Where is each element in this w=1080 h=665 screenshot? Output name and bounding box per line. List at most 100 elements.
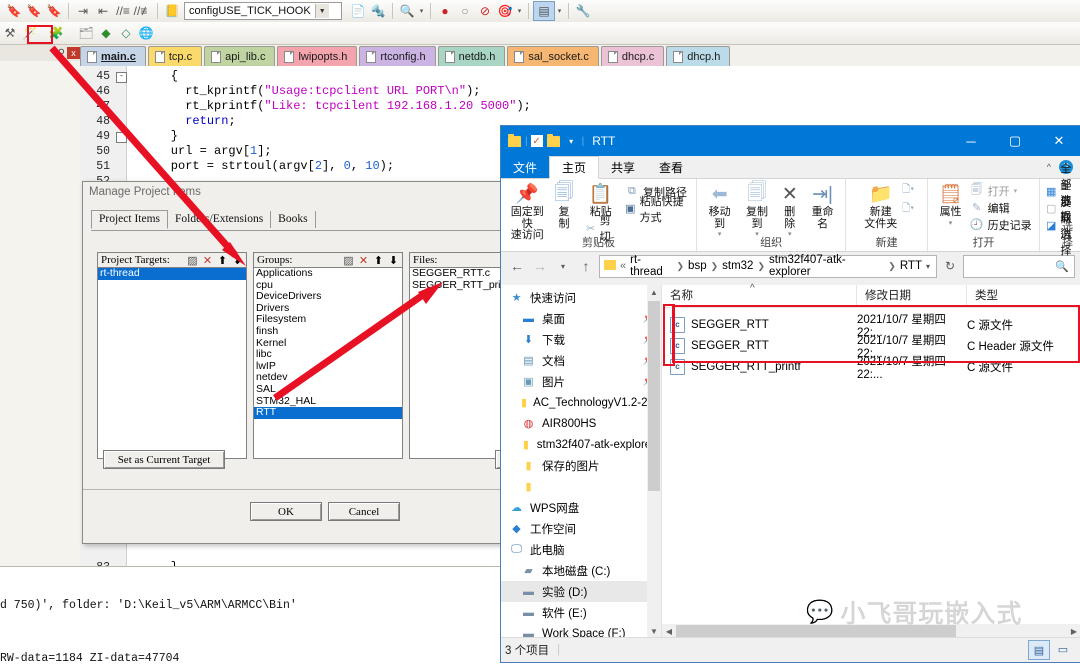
scroll-left-icon[interactable]: ◀	[662, 624, 676, 638]
move-up-icon[interactable]: ⬆	[216, 254, 229, 267]
books-icon[interactable]: 🌐	[136, 24, 156, 42]
move-to-button[interactable]: ⬅ 移动到 ▾	[701, 179, 738, 239]
easy-access-icon[interactable]: 🗋▾	[902, 201, 914, 218]
nav-item[interactable]: ▮	[501, 476, 661, 497]
ribbon-tab-home[interactable]: 主页	[549, 156, 600, 179]
target-options-icon[interactable]: ⚒	[0, 24, 20, 42]
group-item[interactable]: SAL	[254, 383, 402, 396]
editor-tab-rtconfig-h[interactable]: rtconfig.h	[359, 46, 436, 66]
delete-icon[interactable]: ✕	[201, 254, 214, 267]
paste-button[interactable]: 📋 粘贴 ✂ 剪切	[578, 179, 623, 243]
new-item-icon[interactable]: 🗋▾	[902, 182, 914, 199]
group-item[interactable]: STM32_HAL	[254, 395, 402, 408]
scroll-down-icon[interactable]: ▼	[647, 624, 661, 638]
nav-item[interactable]: ▮ AC_TechnologyV1.2-20211C	[501, 392, 661, 413]
breadcrumb-item[interactable]: stm32f407-atk-explorer	[769, 254, 884, 278]
recent-locations-icon[interactable]: ▾	[553, 256, 573, 276]
nav-item[interactable]: ▮ stm32f407-atk-explorer	[501, 434, 661, 455]
bookmark-toggle-icon[interactable]: 🔖	[4, 2, 24, 20]
chevron-down-icon[interactable]: ▼	[314, 4, 329, 18]
properties-button[interactable]: 🗒 属性 ▾	[934, 179, 968, 227]
nav-item[interactable]: ▬ 软件 (E:)	[501, 602, 661, 623]
insert-file-icon[interactable]: 📄	[348, 2, 368, 20]
breakpoint-disabled-icon[interactable]: ○	[455, 2, 475, 20]
tab-folders-extensions[interactable]: Folders/Extensions	[168, 211, 272, 228]
editor-tab-api-lib-c[interactable]: api_lib.c	[204, 46, 276, 66]
editor-tab-sal-socket-c[interactable]: sal_socket.c	[507, 46, 599, 66]
breadcrumb-item[interactable]: bsp	[688, 260, 707, 272]
breadcrumb-item[interactable]: rt-thread	[630, 254, 672, 278]
group-item[interactable]: Applications	[254, 268, 402, 280]
chevron-down-icon[interactable]: ▾	[555, 2, 564, 20]
tab-books[interactable]: Books	[271, 211, 316, 228]
group-item[interactable]: netdev	[254, 372, 402, 384]
chevron-down-icon[interactable]: ▾	[417, 2, 426, 20]
new-item-icon[interactable]: ▨	[342, 254, 355, 267]
navigation-pane[interactable]: ★快速访问▬桌面📌⬇下载📌▤文档📌▣图片📌▮AC_TechnologyV1.2-…	[501, 285, 662, 638]
paste-shortcut-button[interactable]: ▣ 粘贴快捷方式	[623, 196, 692, 224]
indent-icon[interactable]: ⇥	[73, 2, 93, 20]
group-item[interactable]: libc	[254, 349, 402, 361]
details-view-icon[interactable]: ▤	[1028, 640, 1050, 660]
close-icon[interactable]: ✕	[1037, 126, 1080, 156]
nav-item[interactable]: ★ 快速访问	[501, 287, 661, 308]
breadcrumb-overflow-icon[interactable]: «	[620, 260, 626, 272]
fold-toggle-icon[interactable]: -	[116, 72, 127, 83]
nav-item[interactable]: ▬ Work Space (F:)	[501, 623, 661, 639]
settings-icon[interactable]: 🔧	[573, 2, 593, 20]
nav-item[interactable]: ☁ WPS网盘	[501, 497, 661, 518]
collapse-ribbon-icon[interactable]: ^	[1047, 162, 1051, 172]
config-combo[interactable]: configUSE_TICK_HOOK ▼	[184, 2, 342, 20]
column-header-name[interactable]: 名称 ^	[662, 283, 857, 307]
maximize-icon[interactable]: ▢	[993, 126, 1037, 156]
groups-list[interactable]: Applications cpu DeviceDrivers Drivers Files…	[253, 268, 403, 459]
nav-item[interactable]: ▰ 本地磁盘 (C:)	[501, 560, 661, 581]
uncomment-icon[interactable]: //≢	[133, 2, 153, 20]
cancel-button[interactable]: Cancel	[328, 502, 400, 521]
breakpoint-kill-icon[interactable]: ⊘	[475, 2, 495, 20]
outdent-icon[interactable]: ⇤	[93, 2, 113, 20]
pin-to-quick-access-button[interactable]: 📌 固定到快 速访问	[505, 179, 550, 242]
new-item-icon[interactable]: ▨	[186, 254, 199, 267]
comment-icon[interactable]: //≡	[113, 2, 133, 20]
editor-tab-dhcp-h[interactable]: dhcp.h	[666, 46, 731, 66]
config-wizard-icon[interactable]: 📒	[162, 2, 182, 20]
svcs-icon[interactable]: ◇	[116, 24, 136, 42]
group-item[interactable]: Kernel	[254, 337, 402, 350]
window-icon[interactable]: ▤	[533, 1, 555, 21]
nav-item[interactable]: ▬桌面📌	[501, 308, 661, 329]
nav-item[interactable]: ◍ AIR800HS	[501, 413, 661, 434]
nav-item[interactable]: ▣图片📌	[501, 371, 661, 392]
project-targets-list[interactable]: rt-thread	[97, 268, 247, 459]
group-item[interactable]: RTT	[254, 407, 402, 419]
breadcrumb-item[interactable]: stm32	[722, 260, 753, 272]
pin-icon[interactable]: ⚲	[58, 48, 65, 59]
breakpoint-icon[interactable]: ●	[435, 2, 455, 20]
editor-tab-lwipopts-h[interactable]: lwipopts.h	[277, 46, 358, 66]
batch-build-icon[interactable]: 🗂	[76, 24, 96, 42]
set-as-current-target-button[interactable]: Set as Current Target	[103, 450, 225, 469]
close-icon[interactable]: x	[67, 47, 80, 59]
ribbon-tab-view[interactable]: 查看	[647, 156, 695, 178]
project-target-item[interactable]: rt-thread	[98, 268, 246, 280]
scroll-right-icon[interactable]: ▶	[1067, 624, 1080, 638]
editor-tab-tcp-c[interactable]: tcp.c	[147, 46, 203, 66]
new-folder-button[interactable]: 📁 新建 文件夹	[859, 179, 902, 230]
edit-button[interactable]: ✎ 编辑	[968, 199, 1034, 216]
bookmark-next-icon[interactable]: 🔖	[44, 2, 64, 20]
nav-item[interactable]: 🖵 此电脑	[501, 539, 661, 560]
move-down-icon[interactable]: ⬇	[387, 254, 400, 267]
minimize-icon[interactable]: ─	[949, 126, 993, 156]
chevron-down-icon[interactable]: ▾	[1014, 187, 1018, 195]
breadcrumb[interactable]: «rt-thread ❯ bsp ❯ stm32 ❯ stm32f407-atk-explo…	[599, 254, 937, 278]
forward-icon[interactable]: →	[530, 256, 550, 276]
navpane-scroll-thumb[interactable]	[648, 301, 660, 491]
up-icon[interactable]: ↑	[576, 256, 596, 276]
new-folder-icon[interactable]	[546, 133, 561, 148]
folder-icon[interactable]	[507, 133, 522, 148]
breadcrumb-item[interactable]: RTT	[900, 260, 922, 272]
find-in-files-icon[interactable]: 🔩	[368, 2, 388, 20]
column-header-modified[interactable]: 修改日期	[857, 285, 967, 307]
tab-project-items[interactable]: Project Items	[91, 210, 168, 229]
ribbon-tab-file[interactable]: 文件	[501, 156, 550, 178]
